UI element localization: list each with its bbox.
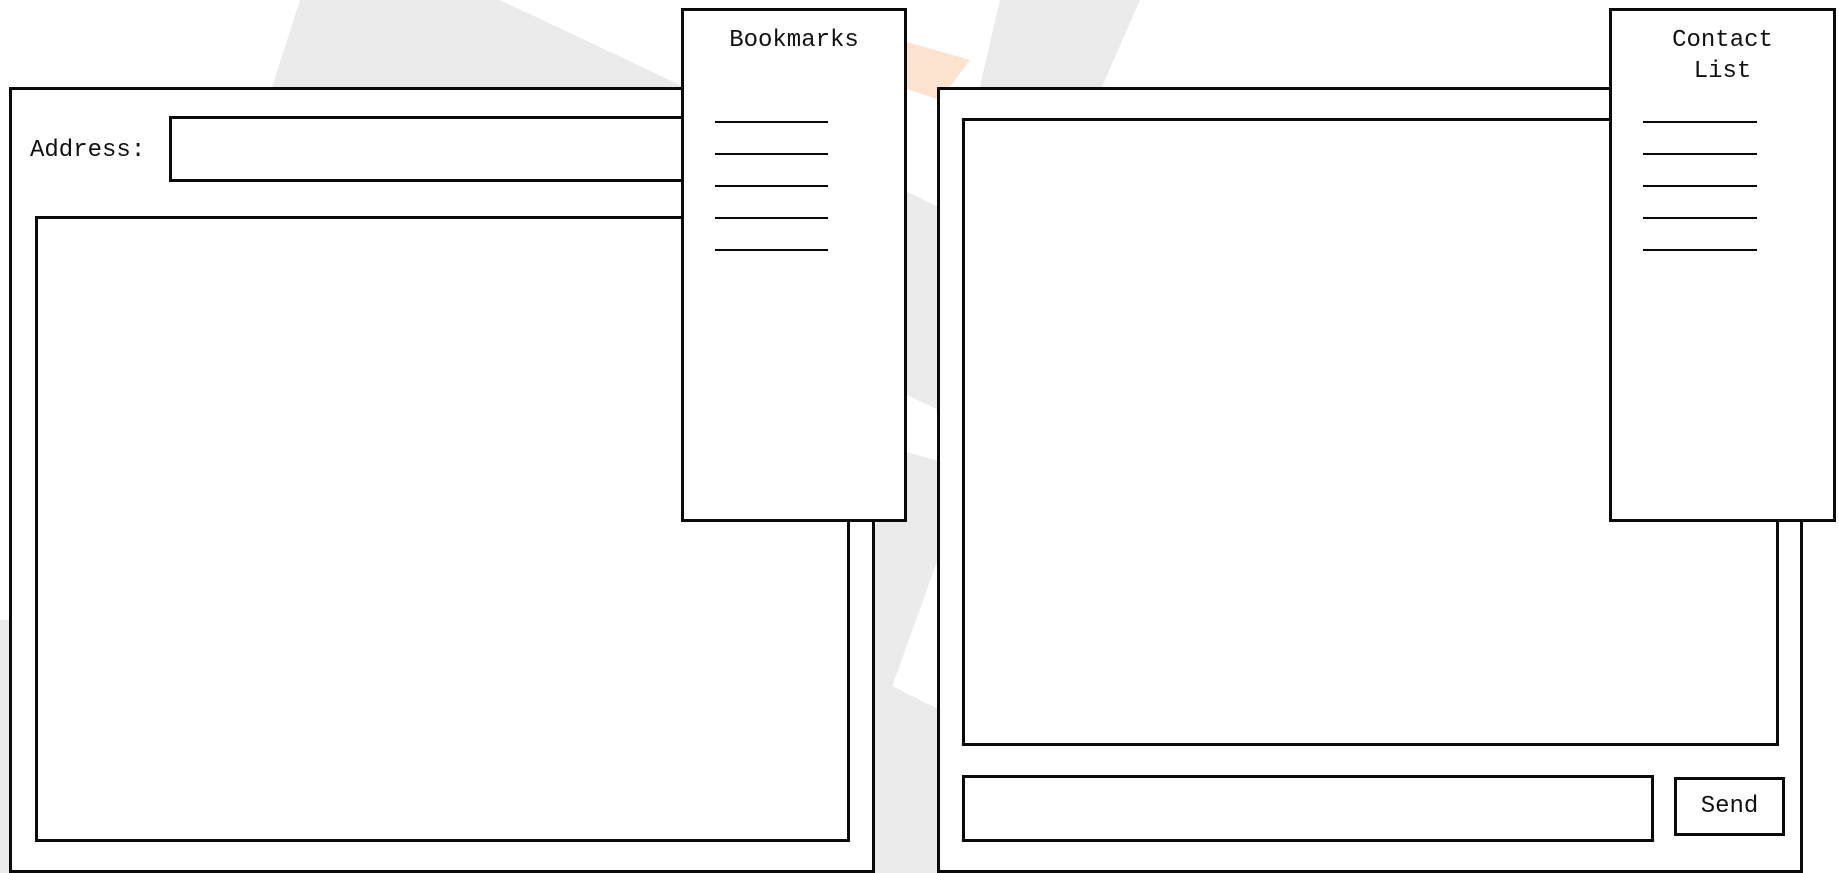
contact-list-title: Contact List (1672, 27, 1773, 85)
contact-item[interactable] (1643, 153, 1757, 155)
bookmarks-panel: Bookmarks (681, 8, 907, 522)
message-input[interactable] (962, 775, 1654, 842)
bookmark-item[interactable] (715, 249, 828, 251)
bookmark-item[interactable] (715, 121, 828, 123)
address-label: Address: (30, 137, 146, 164)
send-button-label: Send (1700, 793, 1759, 820)
send-button[interactable]: Send (1674, 777, 1785, 836)
bookmarks-title: Bookmarks (729, 27, 859, 54)
contact-item[interactable] (1643, 249, 1757, 251)
contact-item[interactable] (1643, 185, 1757, 187)
address-input[interactable] (169, 116, 699, 182)
bookmark-item[interactable] (715, 185, 828, 187)
bookmark-item[interactable] (715, 217, 828, 219)
contact-item[interactable] (1643, 217, 1757, 219)
contact-list-panel: Contact List (1609, 8, 1836, 522)
contact-item[interactable] (1643, 121, 1757, 123)
bookmark-item[interactable] (715, 153, 828, 155)
